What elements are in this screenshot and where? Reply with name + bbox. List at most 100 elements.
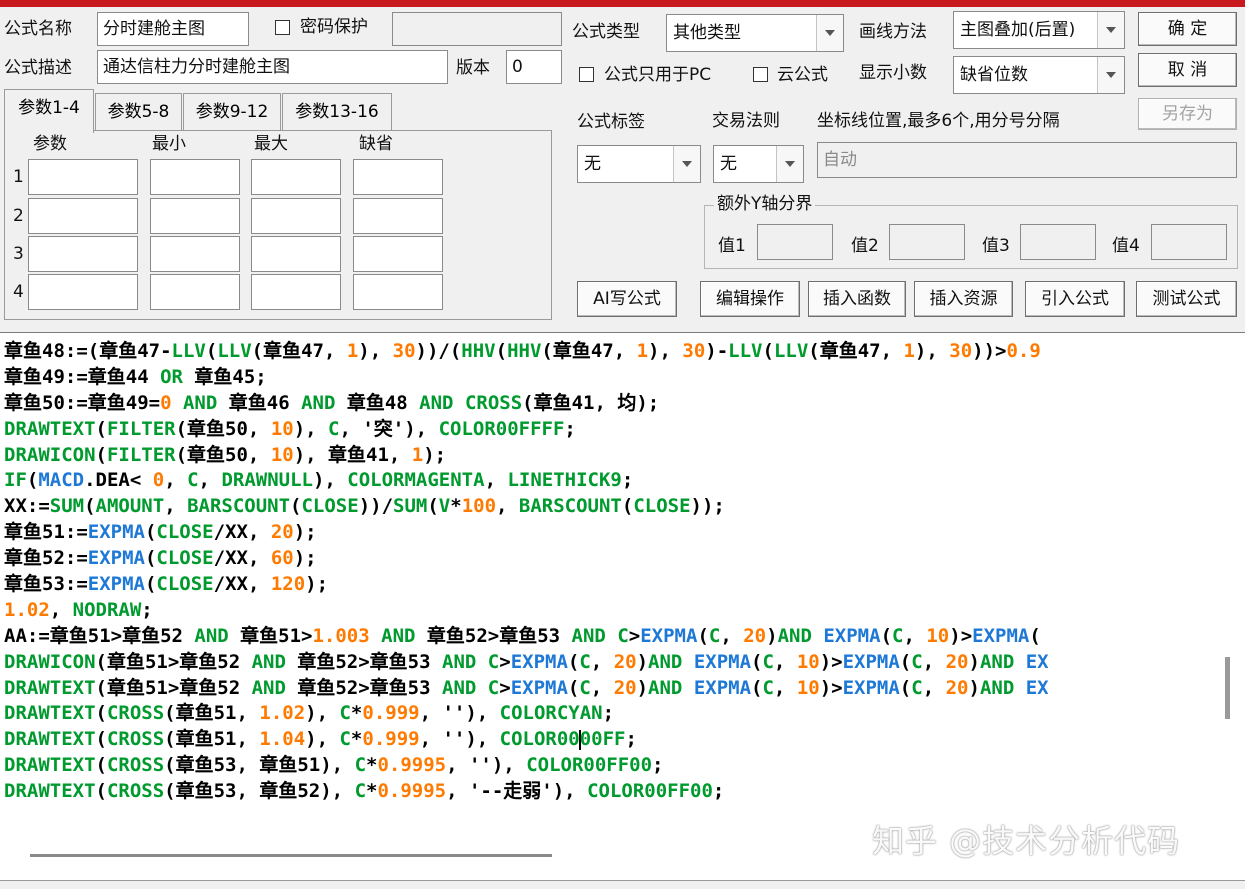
param-1-min[interactable] [150, 159, 240, 195]
param-3-default[interactable] [353, 236, 443, 272]
param-4-default[interactable] [353, 274, 443, 310]
code-token: /XX, [213, 573, 271, 596]
tab-params-13-16[interactable]: 参数13-16 [282, 93, 392, 131]
cancel-button[interactable]: 取 消 [1138, 53, 1237, 87]
code-line[interactable]: IF(MACD.DEA< 0, C, DRAWNULL), COLORMAGEN… [4, 468, 1049, 494]
param-2-max[interactable] [251, 198, 341, 234]
code-token: EXPMA [823, 624, 881, 647]
code-line[interactable]: 章鱼49:=章鱼44 OR 章鱼45; [4, 365, 1049, 391]
val1-input[interactable] [757, 224, 833, 260]
code-token: ( [621, 495, 634, 518]
code-text[interactable]: 章鱼48:=(章鱼47-LLV(LLV(章鱼47, 1), 30))/(HHV(… [4, 339, 1049, 805]
formula-type-label: 公式类型 [572, 22, 640, 42]
code-token: C [617, 624, 629, 647]
code-token: AND [419, 391, 454, 414]
formula-name-input[interactable]: 分时建舱主图 [97, 12, 249, 46]
code-token: LINETHICK9 [507, 469, 622, 492]
chevron-down-icon [1097, 12, 1124, 48]
param-2-name[interactable] [28, 198, 138, 234]
tab-params-1-4[interactable]: 参数1-4 [4, 89, 94, 133]
formula-type-select[interactable]: 其他类型 [666, 14, 844, 52]
code-token: 章鱼52>章鱼53 [285, 650, 442, 673]
code-token: 120 [270, 573, 306, 596]
code-line[interactable]: 章鱼51:=EXPMA(CLOSE/XX, 20); [4, 520, 1049, 546]
code-token: ( [899, 650, 912, 673]
param-3-min[interactable] [150, 236, 240, 272]
code-line[interactable]: 章鱼53:=EXPMA(CLOSE/XX, 120); [4, 572, 1049, 598]
draw-method-select[interactable]: 主图叠加(后置) [953, 11, 1125, 49]
code-token: 1.02 [259, 702, 306, 725]
version-input[interactable]: 0 [506, 50, 562, 84]
code-line[interactable]: DRAWTEXT(CROSS(章鱼51, 1.04), C*0.999, '')… [4, 727, 1049, 753]
val2-input[interactable] [889, 224, 965, 260]
ok-button[interactable]: 确 定 [1138, 12, 1237, 46]
code-token: AND [381, 624, 416, 647]
param-1-default[interactable] [353, 159, 443, 195]
param-1-name[interactable] [28, 159, 138, 195]
code-token: )> [819, 650, 843, 673]
edit-ops-button[interactable]: 编辑操作 [700, 281, 800, 317]
val3-input[interactable] [1020, 224, 1096, 260]
decimals-select[interactable]: 缺省位数 [953, 56, 1125, 94]
trade-rule-select[interactable]: 无 [713, 145, 804, 183]
axis-lines-input[interactable]: 自动 [817, 142, 1237, 178]
code-editor[interactable]: 章鱼48:=(章鱼47-LLV(LLV(章鱼47, 1), 30))/(HHV(… [0, 332, 1245, 889]
insert-resource-button[interactable]: 插入资源 [914, 281, 1013, 317]
code-line[interactable]: 1.02, NODRAW; [4, 598, 1049, 624]
param-4-name[interactable] [28, 274, 138, 310]
params-header-param: 参数 [33, 134, 67, 154]
insert-function-button[interactable]: 插入函数 [808, 281, 906, 317]
code-line[interactable]: AA:=章鱼51>章鱼52 AND 章鱼51>1.003 AND 章鱼52>章鱼… [4, 624, 1049, 650]
code-token: (章鱼51, [164, 728, 260, 751]
horizontal-scrollbar[interactable] [30, 854, 552, 857]
pc-only-label: 公式只用于PC [604, 65, 712, 85]
code-line[interactable]: 章鱼50:=章鱼49=0 AND 章鱼46 AND 章鱼48 AND CROSS… [4, 391, 1049, 417]
code-token: AND [301, 391, 336, 414]
param-4-min[interactable] [150, 274, 240, 310]
code-line[interactable]: DRAWICON(FILTER(章鱼50, 10), 章鱼41, 1); [4, 443, 1049, 469]
code-line[interactable]: DRAWICON(章鱼51>章鱼52 AND 章鱼52>章鱼53 AND C>E… [4, 650, 1049, 676]
code-line[interactable]: DRAWTEXT(CROSS(章鱼51, 1.02), C*0.999, '')… [4, 701, 1049, 727]
password-input[interactable] [392, 12, 562, 46]
code-token: 章鱼51:= [4, 521, 88, 544]
save-as-button[interactable]: 另存为 [1138, 98, 1237, 130]
code-line[interactable]: DRAWTEXT(CROSS(章鱼53, 章鱼52), C*0.9995, '-… [4, 779, 1049, 805]
code-token: CLOSE [156, 521, 214, 544]
tab-params-5-8[interactable]: 参数5-8 [95, 93, 182, 131]
code-token: 章鱼52:= [4, 547, 88, 570]
code-token: EXPMA [640, 624, 698, 647]
code-token: CROSS [106, 728, 165, 751]
code-token: LLV [217, 340, 252, 362]
cloud-checkbox[interactable] [753, 67, 768, 82]
password-label: 密码保护 [300, 17, 368, 37]
code-line[interactable]: DRAWTEXT(章鱼51>章鱼52 AND 章鱼52>章鱼53 AND C>E… [4, 676, 1049, 702]
formula-desc-input[interactable]: 通达信柱力分时建舱主图 [97, 50, 448, 84]
param-3-name[interactable] [28, 236, 138, 272]
code-token: ( [205, 340, 218, 362]
password-checkbox[interactable] [275, 20, 290, 35]
param-2-min[interactable] [150, 198, 240, 234]
param-4-max[interactable] [251, 274, 341, 310]
code-line[interactable]: DRAWTEXT(CROSS(章鱼53, 章鱼51), C*0.9995, ''… [4, 753, 1049, 779]
vertical-scrollbar[interactable] [1225, 657, 1230, 719]
import-formula-button[interactable]: 引入公式 [1025, 281, 1125, 317]
code-token: BARSCOUNT [187, 495, 291, 518]
test-formula-button[interactable]: 测试公式 [1136, 281, 1237, 317]
code-line[interactable]: 章鱼52:=EXPMA(CLOSE/XX, 60); [4, 546, 1049, 572]
val4-input[interactable] [1151, 224, 1227, 260]
code-token: * [366, 754, 378, 777]
code-line[interactable]: DRAWTEXT(FILTER(章鱼50, 10), C, '突'), COLO… [4, 417, 1049, 443]
code-line[interactable]: 章鱼48:=(章鱼47-LLV(LLV(章鱼47, 1), 30))/(HHV(… [4, 339, 1049, 365]
code-line[interactable]: XX:=SUM(AMOUNT, BARSCOUNT(CLOSE))/SUM(V*… [4, 494, 1049, 520]
code-token: HHV [507, 340, 542, 362]
formula-tag-select[interactable]: 无 [577, 145, 701, 183]
pc-only-checkbox[interactable] [579, 67, 594, 82]
param-2-default[interactable] [353, 198, 443, 234]
param-1-max[interactable] [251, 159, 341, 195]
code-token: , ''), [419, 728, 500, 751]
param-3-max[interactable] [251, 236, 341, 272]
ai-write-button[interactable]: AI写公式 [577, 281, 677, 317]
tab-params-9-12[interactable]: 参数9-12 [183, 93, 281, 131]
